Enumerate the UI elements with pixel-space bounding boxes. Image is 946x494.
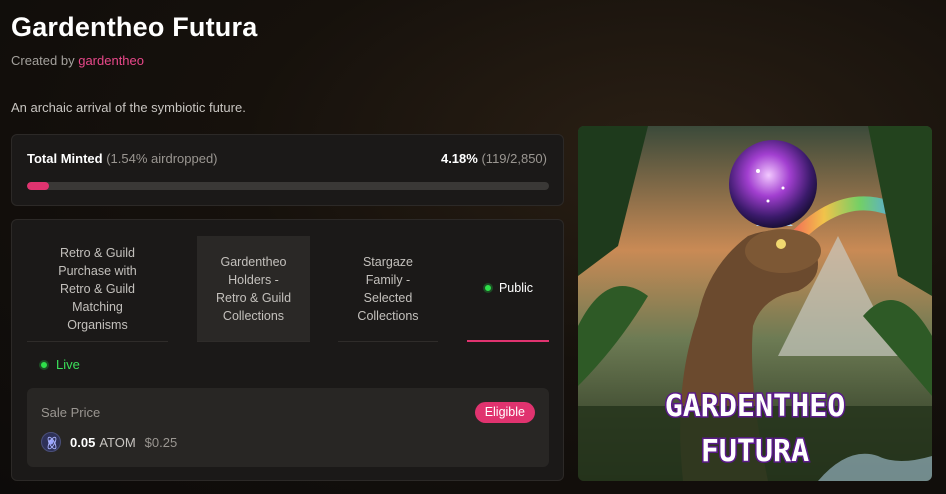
tab-line: Stargaze	[362, 254, 413, 269]
tab-line: Matching	[72, 299, 123, 314]
tab-public-label: Public	[498, 281, 534, 295]
tab-line: Retro & Guild	[215, 290, 292, 305]
sale-price-box: Sale Price Eligible 0.05 ATOM $0.25	[27, 388, 549, 467]
phase-status: Live	[39, 357, 80, 372]
sale-price-label: Sale Price	[41, 405, 101, 420]
mint-progress-bar	[27, 182, 549, 190]
artwork-title-line1: GARDENTHEO	[665, 389, 846, 424]
airdropped-text: (1.54% airdropped)	[106, 151, 218, 166]
collection-title: Gardentheo Futura	[11, 12, 258, 42]
creator-link[interactable]: gardentheo	[78, 53, 144, 68]
tab-public[interactable]: Public	[467, 236, 549, 342]
collection-description: An archaic arrival of the symbiotic futu…	[11, 100, 246, 115]
price-usd: $0.25	[144, 434, 178, 450]
tab-retro-guild-matching[interactable]: Retro & Guild Purchase with Retro & Guil…	[27, 236, 168, 342]
atom-icon	[41, 432, 61, 452]
minted-stats: 4.18% (119/2,850)	[441, 151, 547, 166]
tab-line: Collections	[222, 308, 285, 323]
live-dot-icon	[482, 283, 493, 293]
collection-artwork[interactable]: GARDENTHEO FUTURA	[578, 126, 932, 481]
minted-label-group: Total Minted (1.54% airdropped)	[27, 151, 218, 166]
tab-line: Retro & Guild	[59, 245, 135, 260]
total-minted-card: Total Minted (1.54% airdropped) 4.18% (1…	[11, 134, 564, 206]
tab-line: Collections	[357, 308, 419, 323]
price-amount: 0.05	[70, 434, 96, 450]
status-dot-icon	[39, 359, 49, 370]
tab-line: Holders -	[228, 272, 279, 287]
minted-count: (119/2,850)	[481, 151, 547, 166]
price-row: 0.05 ATOM $0.25	[41, 432, 177, 452]
price-unit: ATOM	[99, 434, 136, 450]
tab-line: Selected	[363, 290, 413, 305]
created-by-label: Created by	[11, 53, 75, 68]
creator-line: Created by gardentheo	[11, 53, 144, 68]
tab-line: Gardentheo	[220, 254, 287, 269]
mint-phase-card: Retro & Guild Purchase with Retro & Guil…	[11, 219, 564, 481]
tab-line: Purchase with	[58, 263, 137, 278]
minted-percent: 4.18%	[440, 151, 478, 166]
tab-line: Organisms	[67, 317, 128, 332]
tab-stargaze-family[interactable]: Stargaze Family - Selected Collections	[338, 236, 438, 342]
artwork-image: GARDENTHEO FUTURA	[578, 126, 932, 481]
artwork-title-line2: FUTURA	[701, 434, 809, 469]
eligible-badge: Eligible	[474, 402, 535, 423]
total-minted-label: Total Minted	[27, 151, 103, 166]
status-label: Live	[56, 357, 80, 372]
mint-progress-fill	[27, 182, 49, 190]
tab-gardentheo-holders[interactable]: Gardentheo Holders - Retro & Guild Colle…	[197, 236, 310, 342]
tab-line: Family -	[365, 272, 411, 287]
tab-line: Retro & Guild	[59, 281, 135, 296]
